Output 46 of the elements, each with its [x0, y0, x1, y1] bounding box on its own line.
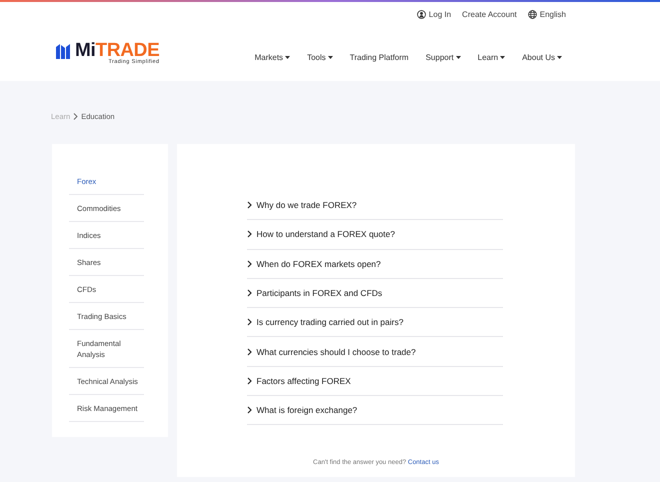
- logo-icon: [55, 42, 73, 59]
- header-link-label: Create Account: [462, 10, 517, 18]
- caret-icon: [500, 56, 506, 59]
- header-link-label: English: [540, 10, 566, 18]
- question-label: When do FOREX markets open?: [256, 258, 381, 269]
- chevron-icon: [246, 289, 252, 298]
- question-item[interactable]: How to understand a FOREX quote?: [246, 220, 502, 250]
- question-item[interactable]: Is currency trading carried out in pairs?: [246, 308, 502, 338]
- nav-item[interactable]: Learn: [478, 53, 506, 62]
- chevron-icon: [246, 348, 252, 356]
- logo-wordmark: MiTRADE: [75, 41, 160, 60]
- header-link[interactable]: Create Account: [462, 7, 517, 21]
- chevron-icon: [246, 376, 252, 385]
- question-item[interactable]: Factors affecting FOREX: [246, 366, 502, 396]
- header-link-label: Log In: [428, 10, 452, 18]
- caret-icon: [456, 56, 461, 59]
- nav-item[interactable]: Trading Platform: [350, 53, 409, 62]
- chevron-icon: [246, 201, 252, 210]
- question-label: Factors affecting FOREX: [256, 376, 351, 386]
- chevron-icon: [73, 113, 78, 120]
- chevron-icon: [246, 260, 252, 268]
- caret-icon: [285, 56, 290, 59]
- question-label: Participants in FOREX and CFDs: [256, 288, 382, 298]
- header-link[interactable]: Log In: [416, 7, 452, 21]
- question-item[interactable]: When do FOREX markets open?: [246, 250, 502, 279]
- nav-item[interactable]: Support: [426, 53, 461, 62]
- question-label: Is currency trading carried out in pairs?: [256, 317, 404, 328]
- caret-icon: [328, 56, 333, 59]
- chevron-icon: [246, 318, 252, 326]
- user-icon: [416, 10, 426, 18]
- nav-item[interactable]: About Us: [522, 53, 562, 62]
- globe-icon: [528, 10, 537, 18]
- header-link[interactable]: English: [528, 7, 566, 21]
- question-label: What currencies should I choose to trade?: [256, 346, 416, 357]
- nav-item[interactable]: Tools: [307, 53, 333, 62]
- question-label: What is foreign exchange?: [256, 405, 358, 416]
- nav-item[interactable]: Markets: [254, 53, 290, 62]
- chevron-icon: [246, 230, 252, 238]
- question-label: Why do we trade FOREX?: [256, 200, 357, 210]
- question-item[interactable]: What is foreign exchange?: [246, 396, 502, 426]
- question-label: How to understand a FOREX quote?: [256, 229, 395, 240]
- question-item[interactable]: Participants in FOREX and CFDs: [246, 278, 502, 308]
- question-item[interactable]: What currencies should I choose to trade?: [246, 337, 502, 367]
- question-item[interactable]: Why do we trade FOREX?: [246, 191, 502, 220]
- caret-icon: [557, 56, 562, 59]
- chevron-icon: [246, 406, 252, 414]
